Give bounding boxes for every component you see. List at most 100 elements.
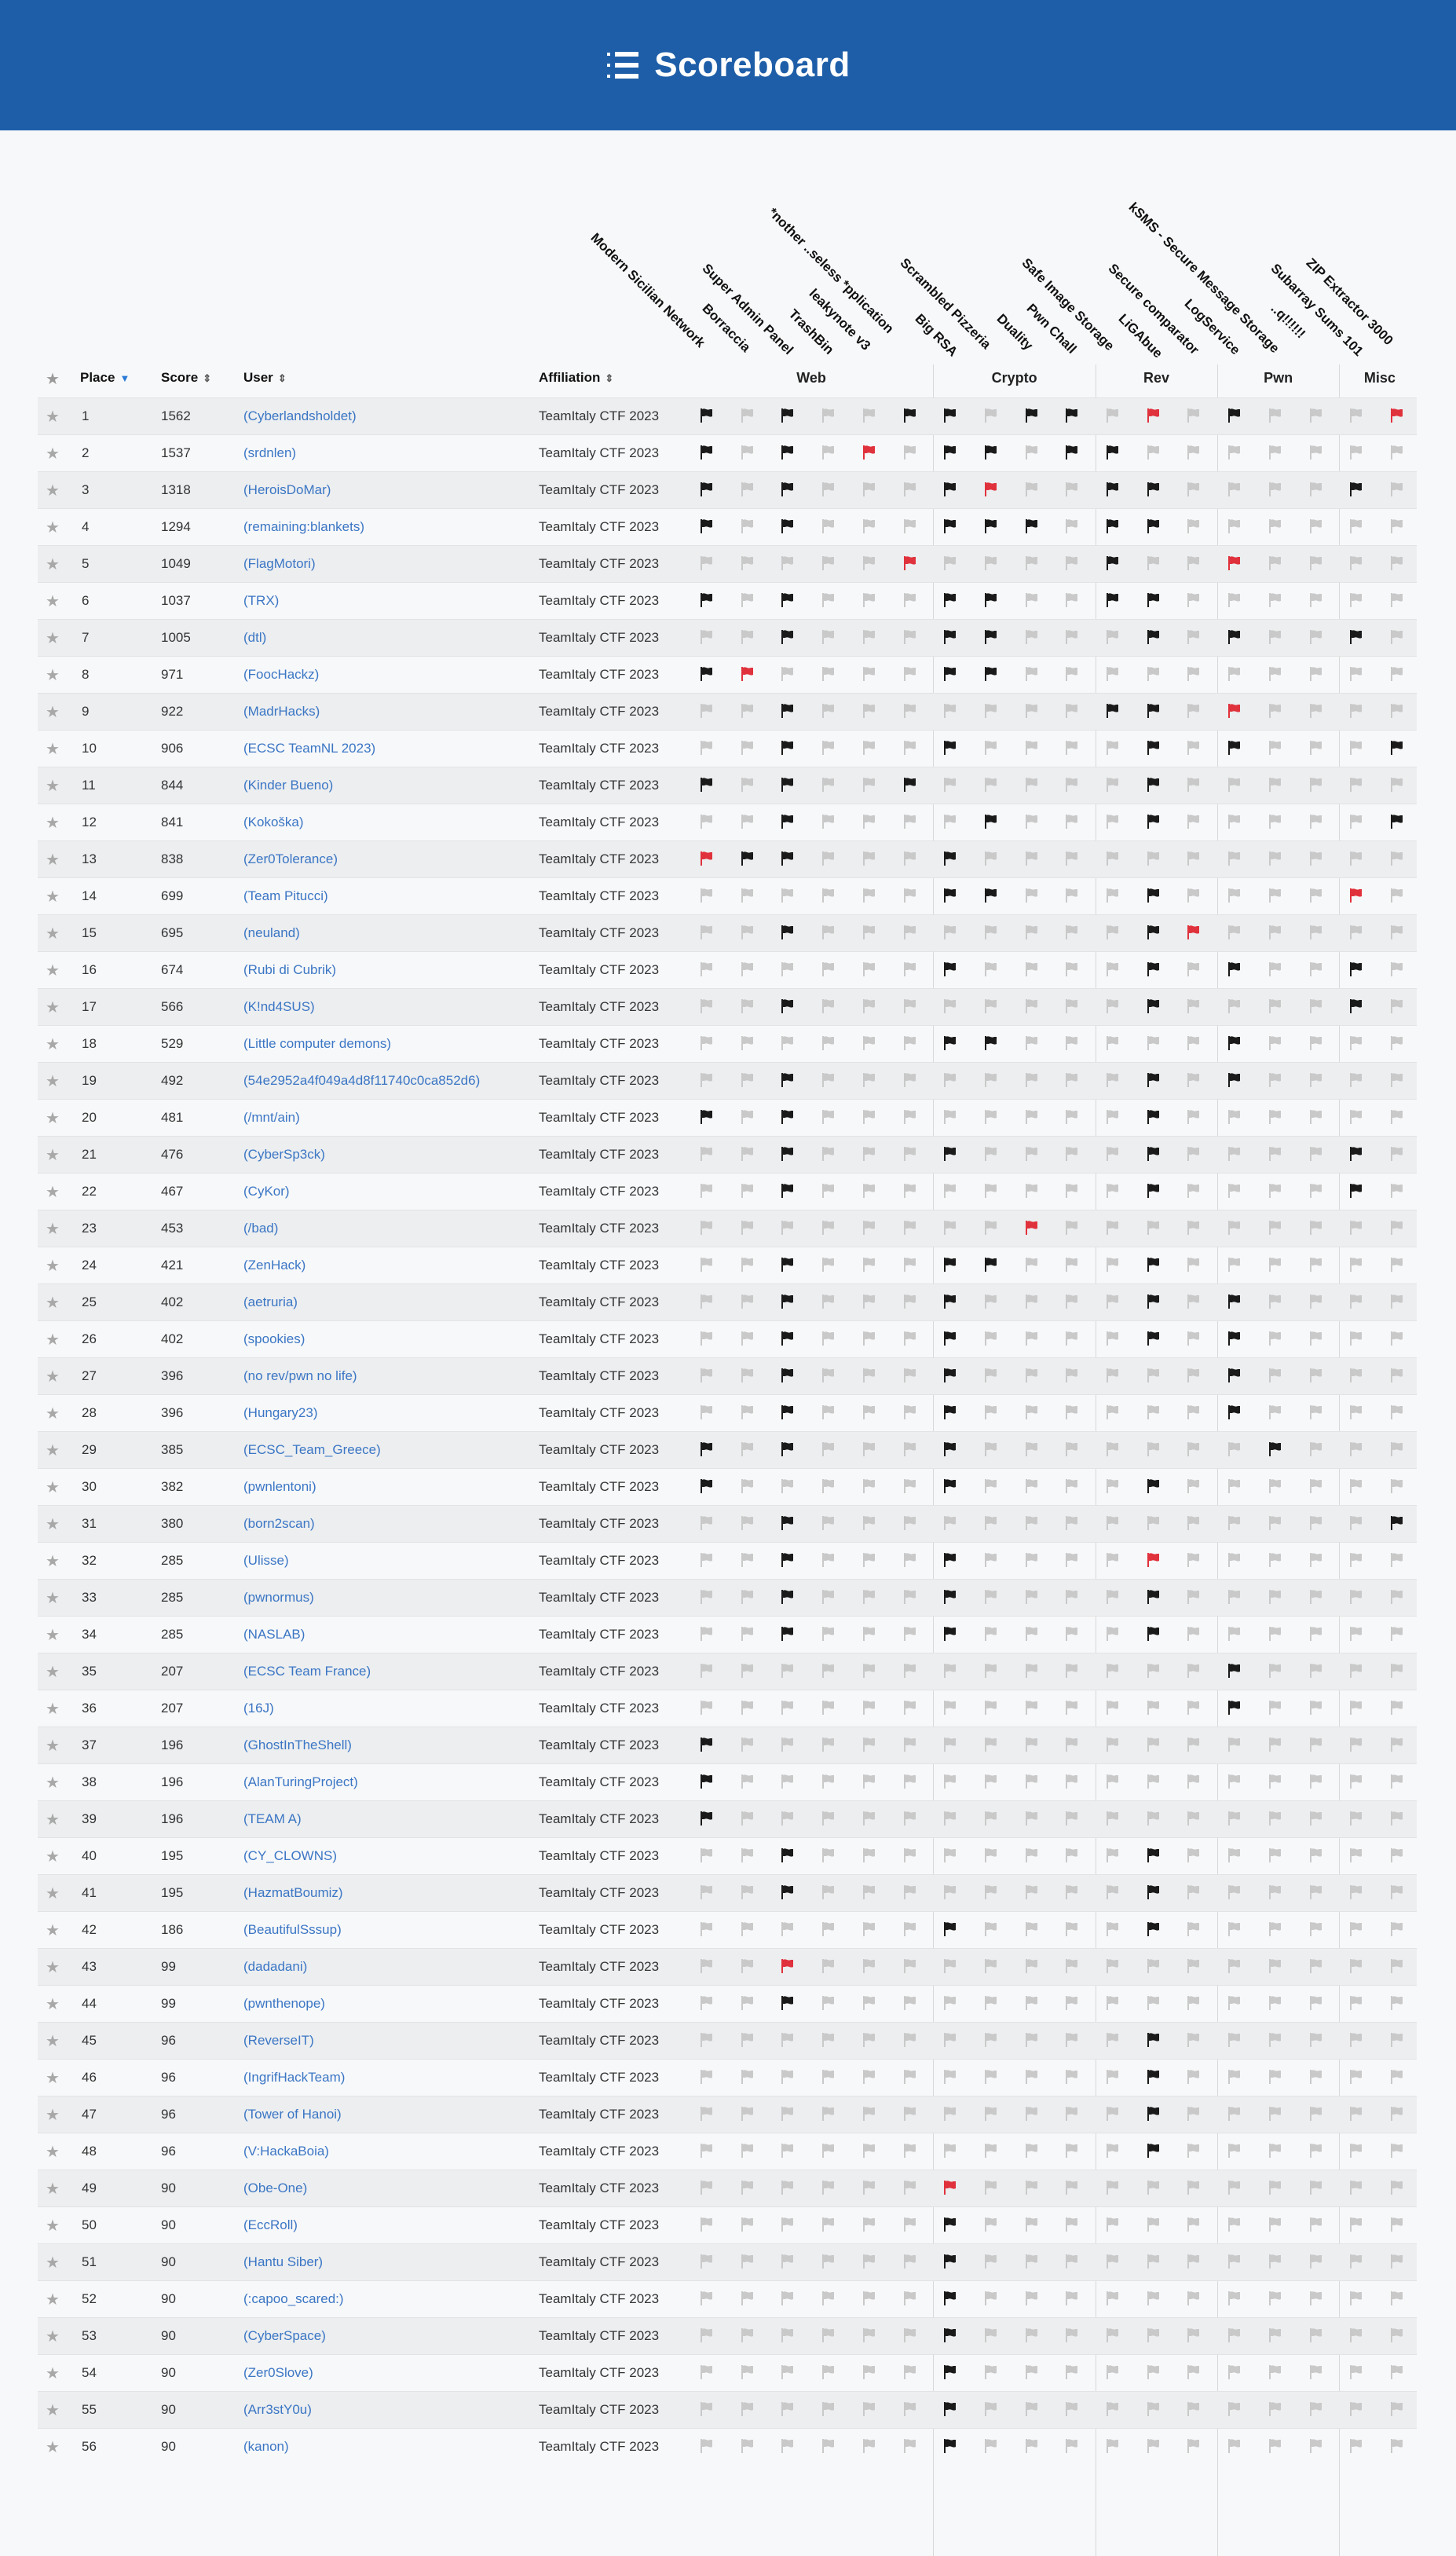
favorite-star-icon[interactable]: ★ xyxy=(46,2179,60,2199)
user-link[interactable]: (neuland) xyxy=(243,925,300,941)
favorite-star-icon[interactable]: ★ xyxy=(46,2142,60,2162)
favorite-star-icon[interactable]: ★ xyxy=(46,1367,60,1386)
favorite-star-icon[interactable]: ★ xyxy=(46,739,60,759)
favorite-star-icon[interactable]: ★ xyxy=(46,1847,60,1866)
favorite-star-icon[interactable]: ★ xyxy=(46,1145,60,1165)
user-link[interactable]: (Zer0Tolerance) xyxy=(243,851,338,867)
user-link[interactable]: (Zer0Slove) xyxy=(243,2365,313,2381)
favorite-star-icon[interactable]: ★ xyxy=(46,1478,60,1497)
user-link[interactable]: (IngrifHackTeam) xyxy=(243,2070,345,2085)
user-link[interactable]: (FlagMotori) xyxy=(243,556,316,572)
user-link[interactable]: (16J) xyxy=(243,1701,274,1716)
favorite-star-icon[interactable]: ★ xyxy=(46,1921,60,1940)
user-link[interactable]: (Hungary23) xyxy=(243,1405,318,1421)
user-link[interactable]: (:capoo_scared:) xyxy=(243,2291,344,2307)
user-link[interactable]: (srdnlen) xyxy=(243,445,296,461)
favorite-star-icon[interactable]: ★ xyxy=(46,2400,60,2420)
favorite-star-icon[interactable]: ★ xyxy=(46,2327,60,2346)
favorite-star-icon[interactable]: ★ xyxy=(46,1330,60,1349)
favorite-star-icon[interactable]: ★ xyxy=(46,702,60,722)
user-link[interactable]: (Hantu Siber) xyxy=(243,2254,323,2270)
user-link[interactable]: (HeroisDoMar) xyxy=(243,482,331,498)
favorite-star-icon[interactable]: ★ xyxy=(46,961,60,980)
favorite-star-icon[interactable]: ★ xyxy=(46,1957,60,1977)
user-link[interactable]: (54e2952a4f049a4d8f11740c0ca852d6) xyxy=(243,1073,480,1089)
score-column-header[interactable]: Score ⇕ xyxy=(161,370,211,386)
user-link[interactable]: (BeautifulSssup) xyxy=(243,1922,342,1938)
favorite-star-icon[interactable]: ★ xyxy=(46,1588,60,1608)
user-link[interactable]: (V:HackaBoia) xyxy=(243,2144,329,2159)
favorite-star-icon[interactable]: ★ xyxy=(46,2068,60,2088)
favorite-star-icon[interactable]: ★ xyxy=(46,2253,60,2272)
place-column-header[interactable]: Place ▼ xyxy=(80,370,130,386)
favorite-star-icon[interactable]: ★ xyxy=(46,1182,60,1202)
user-link[interactable]: (TEAM A) xyxy=(243,1811,302,1827)
user-link[interactable]: (kanon) xyxy=(243,2439,289,2455)
favorite-star-icon[interactable]: ★ xyxy=(46,555,60,574)
favorite-star-icon[interactable]: ★ xyxy=(46,407,60,427)
user-link[interactable]: (MadrHacks) xyxy=(243,704,320,720)
favorite-star-icon[interactable]: ★ xyxy=(46,1441,60,1460)
user-link[interactable]: (HazmatBoumiz) xyxy=(243,1885,343,1901)
favorite-star-icon[interactable]: ★ xyxy=(46,628,60,648)
user-link[interactable]: (pwnlentoni) xyxy=(243,1479,316,1495)
user-link[interactable]: (/bad) xyxy=(243,1221,278,1236)
favorite-star-icon[interactable]: ★ xyxy=(46,1034,60,1054)
favorite-star-icon[interactable]: ★ xyxy=(46,1514,60,1534)
user-link[interactable]: (dtl) xyxy=(243,630,266,646)
favorite-star-icon[interactable]: ★ xyxy=(46,924,60,943)
challenge-label[interactable]: Modern Sicilian Network xyxy=(587,230,708,351)
favorite-star-icon[interactable]: ★ xyxy=(46,665,60,685)
favorite-star-icon[interactable]: ★ xyxy=(46,1293,60,1313)
user-link[interactable]: (/mnt/ain) xyxy=(243,1110,300,1126)
user-link[interactable]: (aetruria) xyxy=(243,1294,298,1310)
favorite-star-icon[interactable]: ★ xyxy=(46,1736,60,1756)
user-link[interactable]: (CyberSpace) xyxy=(243,2328,326,2344)
user-link[interactable]: (dadadani) xyxy=(243,1959,307,1975)
favorite-star-icon[interactable]: ★ xyxy=(46,1219,60,1239)
user-link[interactable]: (TRX) xyxy=(243,593,279,609)
favorite-star-icon[interactable]: ★ xyxy=(46,1773,60,1792)
favorite-star-icon[interactable]: ★ xyxy=(46,1699,60,1719)
user-link[interactable]: (pwnthenope) xyxy=(243,1996,325,2012)
user-link[interactable]: (FoocHackz) xyxy=(243,667,319,683)
favorite-star-icon[interactable]: ★ xyxy=(46,1071,60,1091)
favorite-star-icon[interactable]: ★ xyxy=(46,444,60,463)
user-link[interactable]: (ECSC Team France) xyxy=(243,1664,371,1679)
favorite-star-icon[interactable]: ★ xyxy=(46,2364,60,2383)
user-link[interactable]: (Little computer demons) xyxy=(243,1036,391,1052)
user-link[interactable]: (remaining:blankets) xyxy=(243,519,364,535)
user-link[interactable]: (pwnormus) xyxy=(243,1590,314,1606)
user-link[interactable]: (Team Pitucci) xyxy=(243,888,328,904)
user-link[interactable]: (ReverseIT) xyxy=(243,2033,314,2049)
favorite-star-icon[interactable]: ★ xyxy=(46,518,60,537)
favorite-star-icon[interactable]: ★ xyxy=(46,1994,60,2014)
user-link[interactable]: (CY_CLOWNS) xyxy=(243,1848,337,1864)
user-column-header[interactable]: User ⇕ xyxy=(243,370,287,386)
affiliation-column-header[interactable]: Affiliation ⇕ xyxy=(539,370,613,386)
favorite-star-icon[interactable]: ★ xyxy=(46,2290,60,2309)
user-link[interactable]: (Obe-One) xyxy=(243,2181,307,2196)
user-link[interactable]: (CyKor) xyxy=(243,1184,290,1199)
favorite-star-icon[interactable]: ★ xyxy=(46,887,60,906)
user-link[interactable]: (spookies) xyxy=(243,1331,305,1347)
user-link[interactable]: (ZenHack) xyxy=(243,1258,305,1273)
user-link[interactable]: (Cyberlandsholdet) xyxy=(243,408,357,424)
favorite-star-icon[interactable]: ★ xyxy=(46,2031,60,2051)
user-link[interactable]: (Tower of Hanoi) xyxy=(243,2107,342,2122)
favorite-star-icon[interactable]: ★ xyxy=(46,1662,60,1682)
favorite-star-icon[interactable]: ★ xyxy=(46,1625,60,1645)
favorite-star-icon[interactable]: ★ xyxy=(46,1256,60,1276)
favorite-star-icon[interactable]: ★ xyxy=(46,1551,60,1571)
favorite-star-icon[interactable]: ★ xyxy=(46,2216,60,2236)
favorite-star-icon[interactable]: ★ xyxy=(46,2105,60,2125)
favorite-star-icon[interactable]: ★ xyxy=(46,813,60,833)
user-link[interactable]: (CyberSp3ck) xyxy=(243,1147,325,1163)
user-link[interactable]: (K!nd4SUS) xyxy=(243,999,315,1015)
user-link[interactable]: (no rev/pwn no life) xyxy=(243,1368,357,1384)
user-link[interactable]: (Kinder Bueno) xyxy=(243,778,333,793)
user-link[interactable]: (Kokoška) xyxy=(243,815,304,830)
star-header-icon[interactable]: ★ xyxy=(46,369,60,389)
user-link[interactable]: (ECSC_Team_Greece) xyxy=(243,1442,381,1458)
favorite-star-icon[interactable]: ★ xyxy=(46,1810,60,1829)
